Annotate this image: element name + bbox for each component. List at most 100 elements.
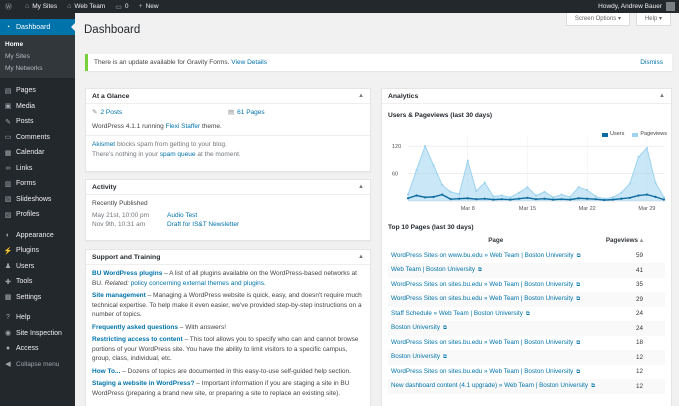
pages-count-link[interactable]: 61 Pages xyxy=(237,109,264,116)
sidebar-item-access[interactable]: ● Access xyxy=(0,341,75,357)
widget-header[interactable]: Analytics ▲ xyxy=(382,89,671,104)
sidebar-item-slideshows[interactable]: ▧ Slideshows xyxy=(0,192,75,208)
theme-link[interactable]: Flexi Staffer xyxy=(166,123,201,130)
dismiss-link[interactable]: Dismiss xyxy=(640,59,663,66)
sidebar-group-content: ▤ Pages ▣ Media ✎ Posts ▭ Comments ▦ Calendar ∞ Lin… xyxy=(0,83,75,223)
posts-count-link[interactable]: 2 Posts xyxy=(100,109,122,116)
pageviews-point xyxy=(423,144,427,147)
sidebar-item-appearance[interactable]: ◐ Appearance xyxy=(0,228,75,244)
sidebar-item-pages[interactable]: ▤ Pages xyxy=(0,83,75,99)
sidebar-item-help[interactable]: ? Help xyxy=(0,310,75,326)
users-point xyxy=(654,195,657,198)
submenu-item-my-sites[interactable]: My Sites xyxy=(0,50,75,62)
support-link[interactable]: How To... xyxy=(92,368,120,375)
sidebar-item-settings[interactable]: ▩ Settings xyxy=(0,290,75,306)
sidebar-item-users[interactable]: ♟ Users xyxy=(0,259,75,275)
view-details-link[interactable]: View Details xyxy=(231,59,267,66)
submenu-item-home[interactable]: Home xyxy=(0,38,75,50)
external-link-icon[interactable]: ⧉ xyxy=(576,282,580,288)
page-link[interactable]: Staff Schedule » Web Team | Boston Unive… xyxy=(391,310,523,317)
support-link[interactable]: Frequently asked questions xyxy=(92,324,178,331)
external-link-icon[interactable]: ⧉ xyxy=(526,311,530,317)
page-link[interactable]: WordPress Sites on sites.bu.edu » Web Te… xyxy=(391,295,573,302)
screen-options-button[interactable]: Screen Options ▾ xyxy=(565,13,630,26)
site-name-button[interactable]: ⌂ Web Team xyxy=(62,0,110,13)
pageviews-value: 35 xyxy=(635,281,643,288)
table-row: Boston University ⧉ 12 xyxy=(388,350,665,365)
support-link[interactable]: BU WordPress plugins xyxy=(92,270,162,277)
pageviews-point xyxy=(526,185,529,188)
external-link-icon[interactable]: ⧉ xyxy=(576,296,580,302)
sidebar-item-profiles[interactable]: ▨ Profiles xyxy=(0,207,75,223)
collapse-menu-button[interactable]: ◀ Collapse menu xyxy=(0,357,75,373)
external-link-icon[interactable]: ⧉ xyxy=(591,383,595,389)
page-title: Dashboard xyxy=(84,24,141,36)
sidebar-item-media[interactable]: ▣ Media xyxy=(0,99,75,115)
page-link[interactable]: Boston University xyxy=(391,324,440,331)
pageviews-point xyxy=(441,183,444,186)
page-link[interactable]: Boston University xyxy=(391,353,440,360)
external-link-icon[interactable]: ⧉ xyxy=(577,253,581,259)
sidebar-item-tools[interactable]: ✚ Tools xyxy=(0,274,75,290)
toggle-arrow-icon[interactable]: ▲ xyxy=(358,254,364,260)
support-link[interactable]: Site management xyxy=(92,292,146,299)
pageviews-point xyxy=(611,195,614,198)
sidebar-item-forms[interactable]: ▥ Forms xyxy=(0,176,75,192)
toggle-arrow-icon[interactable]: ▲ xyxy=(358,93,364,99)
sidebar-item-site-inspection[interactable]: ◉ Site Inspection xyxy=(0,326,75,342)
help-button[interactable]: Help ▾ xyxy=(635,13,671,26)
account-menu[interactable]: Howdy, Andrew Bauer xyxy=(593,0,679,13)
support-link[interactable]: Restricting access to content xyxy=(92,336,183,343)
page-link[interactable]: WordPress Sites on sites.bu.edu » Web Te… xyxy=(391,339,573,346)
sidebar-item-calendar[interactable]: ▦ Calendar xyxy=(0,145,75,161)
submenu-item-my-networks[interactable]: My Networks xyxy=(0,62,75,74)
wp-logo-button[interactable]: Ⓦ xyxy=(0,0,20,13)
users-point xyxy=(423,195,427,198)
pageviews-point xyxy=(500,193,503,197)
page-link[interactable]: WordPress Sites on www.bu.edu » Web Team… xyxy=(391,252,574,259)
support-link[interactable]: Staging a website in WordPress? xyxy=(92,380,194,387)
col-pageviews-header[interactable]: Pageviews ▴ xyxy=(603,234,665,249)
sidebar-item-dashboard[interactable]: ◔ Dashboard xyxy=(0,19,75,35)
users-point xyxy=(620,197,623,200)
sidebar-item-label: Plugins xyxy=(16,247,39,255)
widget-header[interactable]: Support and Training ▲ xyxy=(86,250,370,265)
x-tick-label: Mar 29 xyxy=(638,206,655,212)
akismet-link[interactable]: Akismet xyxy=(92,141,115,148)
y-tick-label: 120 xyxy=(392,144,401,150)
users-point xyxy=(492,198,495,201)
posts-icon: ✎ xyxy=(5,118,11,126)
comments-button[interactable]: ▭ 0 xyxy=(110,0,133,13)
toggle-arrow-icon[interactable]: ▲ xyxy=(358,184,364,190)
page-link[interactable]: New dashboard content (4.1 upgrade) » We… xyxy=(391,382,588,389)
sidebar-item-label: Calendar xyxy=(16,149,45,157)
external-link-icon[interactable]: ⧉ xyxy=(443,354,447,360)
sidebar-item-comments[interactable]: ▭ Comments xyxy=(0,130,75,146)
widget-header[interactable]: At a Glance ▲ xyxy=(86,89,370,104)
my-sites-button[interactable]: ⌂ My Sites xyxy=(20,0,62,13)
sidebar-item-posts[interactable]: ✎ Posts xyxy=(0,114,75,130)
page-link[interactable]: WordPress Sites on sites.bu.edu » Web Te… xyxy=(391,281,573,288)
widget-title: Analytics xyxy=(388,92,419,100)
page-icon: ▤ xyxy=(228,109,235,116)
sidebar-item-plugins[interactable]: ⚡ Plugins xyxy=(0,243,75,259)
activity-post-link[interactable]: Audio Test xyxy=(167,211,197,221)
users-point xyxy=(483,197,486,200)
widget-header[interactable]: Activity ▲ xyxy=(86,180,370,195)
external-link-icon[interactable]: ⧉ xyxy=(478,267,482,273)
sidebar-group-extras: ? Help ◉ Site Inspection ● Access xyxy=(0,310,75,357)
sidebar-item-links[interactable]: ∞ Links xyxy=(0,161,75,177)
external-link-icon[interactable]: ⧉ xyxy=(576,340,580,346)
external-link-icon[interactable]: ⧉ xyxy=(576,369,580,375)
sidebar-item-label: Forms xyxy=(16,180,36,188)
page-link[interactable]: Web Team | Boston University xyxy=(391,266,475,273)
new-content-button[interactable]: + New xyxy=(133,0,163,13)
pageviews-point xyxy=(543,190,546,193)
external-link-icon[interactable]: ⧉ xyxy=(443,325,447,331)
related-policy-link[interactable]: policy concerning external themes and pl… xyxy=(131,280,266,287)
activity-post-link[interactable]: Draft for IS&T Newsletter xyxy=(167,220,239,230)
page-link[interactable]: WordPress Sites on sites.bu.edu » Web Te… xyxy=(391,368,573,375)
toggle-arrow-icon[interactable]: ▲ xyxy=(659,93,665,99)
users-point xyxy=(628,196,631,199)
spam-queue-link[interactable]: spam queue xyxy=(160,151,196,158)
